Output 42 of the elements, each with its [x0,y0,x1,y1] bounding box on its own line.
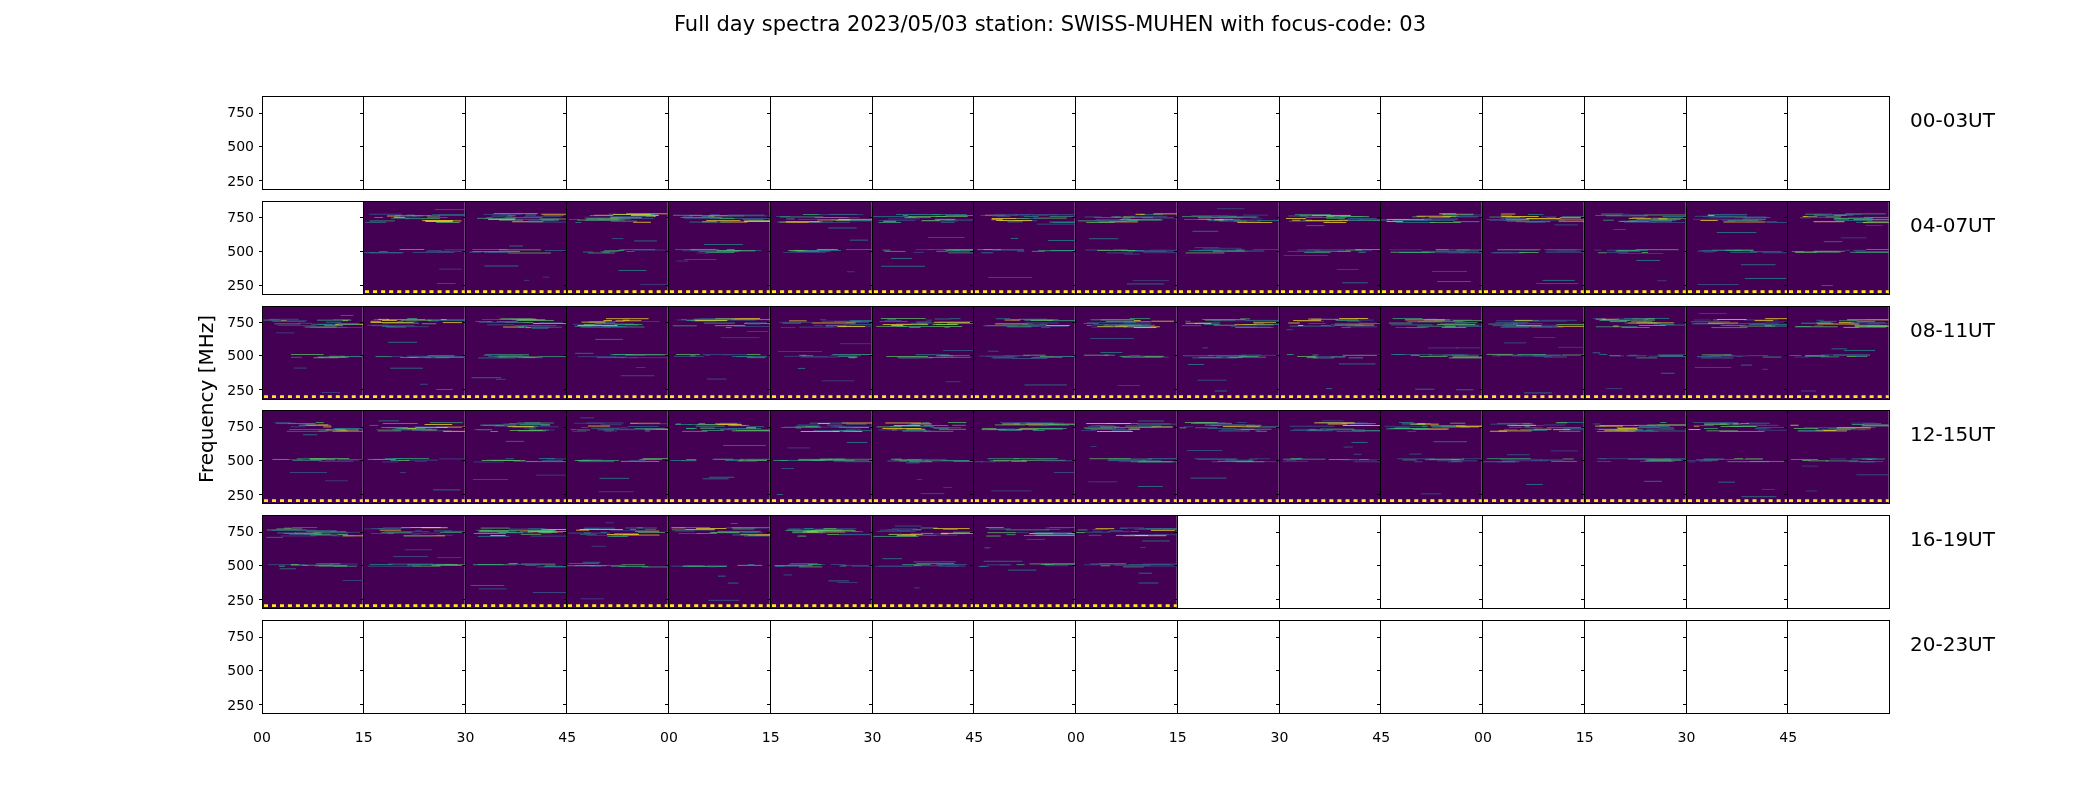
y-axis-label: Frequency [MHz] [194,314,218,484]
y-tick-label: 750 [227,103,254,120]
y-tick-label: 500 [227,137,254,154]
y-tick-label: 250 [227,277,254,294]
y-tick-label: 750 [227,523,254,540]
x-tick-label: 00 [660,727,678,747]
x-tick-label: 15 [761,727,780,747]
y-tick-label: 250 [227,172,254,189]
y-tick-label: 750 [227,627,254,644]
x-tick-label: 30 [1270,727,1289,747]
x-tick-label: 30 [456,727,475,747]
x-tick-label: 00 [1067,727,1085,747]
y-tick-label: 250 [227,382,254,399]
y-tick-label: 250 [227,696,254,713]
y-tick-label: 500 [227,557,254,573]
x-tick-label: 15 [1168,727,1187,747]
x-tick-label: 45 [558,727,577,747]
row-time-label: 00-03UT [1909,107,1995,132]
x-tick-label: 30 [863,727,882,747]
y-tick-label: 500 [227,242,254,259]
x-tick-label: 45 [1779,727,1798,747]
row-time-label: 04-07UT [1909,211,1995,237]
row-time-label: 20-23UT [1909,631,1995,656]
y-tick-label: 250 [227,591,254,608]
x-tick-label: 30 [1677,727,1696,747]
y-tick-label: 500 [227,452,254,469]
y-tick-label: 750 [227,418,254,435]
row-time-label: 12-15UT [1909,421,1995,447]
y-tick-label: 250 [227,487,254,503]
y-tick-label: 750 [227,313,254,330]
row-time-label: 08-11UT [1909,316,1995,342]
y-tick-label: 500 [227,661,254,678]
x-tick-label: 00 [253,727,271,747]
x-tick-label: 15 [354,727,373,747]
x-tick-label: 00 [1474,727,1492,747]
row-time-label: 16-19UT [1909,526,1995,552]
y-tick-label: 500 [227,347,254,364]
y-tick-label: 750 [227,208,254,225]
x-tick-label: 45 [1372,727,1391,747]
x-tick-label: 15 [1575,727,1594,747]
x-tick-label: 45 [965,727,984,747]
figure-title: Full day spectra 2023/05/03 station: SWISS-MUHEN with focus-code: 03 [673,11,1427,36]
